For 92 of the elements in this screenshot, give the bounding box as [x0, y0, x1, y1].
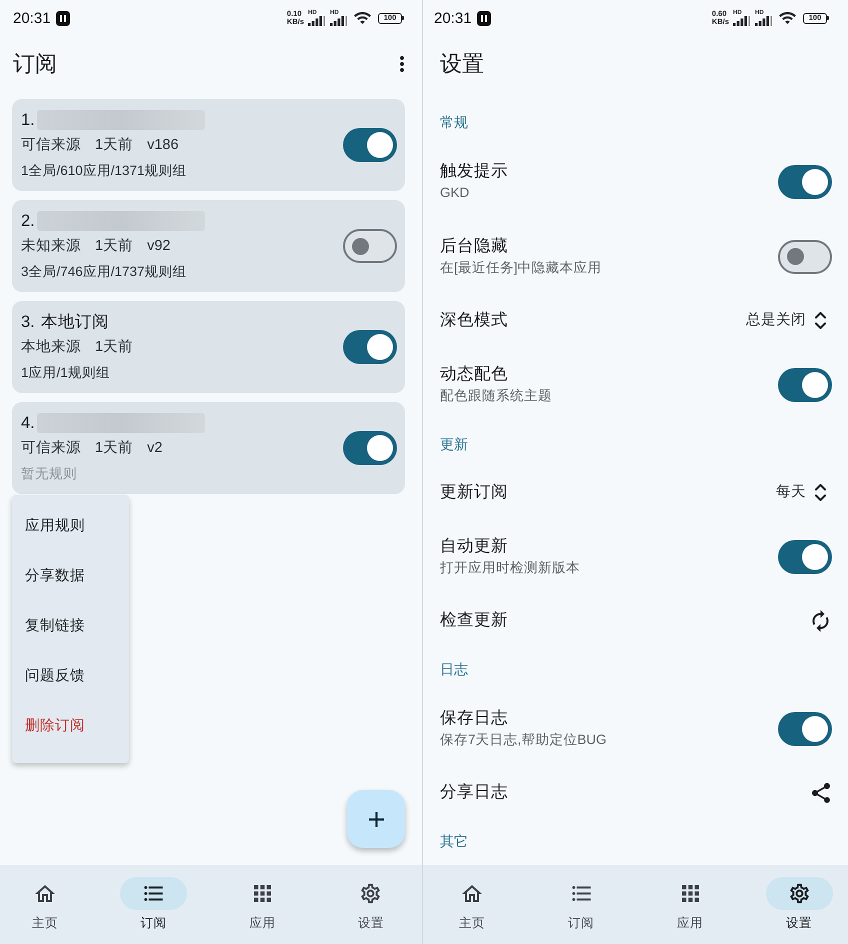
setting-title: 分享日志	[440, 782, 508, 803]
home-icon	[35, 885, 55, 902]
updated-time: 1天前	[95, 136, 134, 156]
setting-title: 更新订阅	[440, 482, 508, 503]
toggle-switch[interactable]	[343, 330, 397, 364]
nav-tab[interactable]: 订阅	[541, 877, 621, 933]
grid-icon	[254, 885, 271, 902]
share-icon[interactable]	[812, 782, 830, 802]
rule-stats: 1应用/1规则组	[21, 364, 110, 382]
dropdown-button[interactable]: 总是关闭	[746, 310, 826, 332]
nav-tab[interactable]: 订阅	[114, 877, 194, 933]
subscription-number: 4.	[21, 412, 35, 434]
settings-icon	[359, 882, 382, 905]
nav-tab[interactable]: 应用	[222, 877, 302, 933]
section-header: 常规	[440, 112, 468, 132]
setting-description: 在[最近任务]中隐藏本应用	[440, 259, 602, 277]
toggle-switch[interactable]	[343, 229, 397, 263]
refresh-icon[interactable]	[812, 610, 829, 632]
menu-item[interactable]: 删除订阅	[12, 702, 129, 752]
nav-tab[interactable]: 应用	[650, 877, 730, 933]
setting-title: 检查更新	[440, 610, 508, 631]
rule-stats: 暂无规则	[21, 465, 77, 484]
setting-title: 保存日志	[440, 708, 509, 729]
home-icon	[462, 885, 482, 902]
nav-tab[interactable]: 主页	[5, 877, 85, 933]
version-label: v2	[147, 439, 162, 458]
section-header: 更新	[440, 434, 468, 454]
status-time: 20:31	[434, 10, 472, 26]
source-label: 未知来源	[21, 237, 81, 256]
section-header: 日志	[440, 660, 468, 678]
signal-icon	[308, 16, 326, 26]
rule-stats: 3全局/746应用/1737规则组	[21, 263, 187, 282]
pause-icon	[476, 10, 491, 26]
toggle-switch[interactable]	[778, 540, 832, 574]
signal-icon	[733, 16, 751, 26]
menu-item[interactable]: 应用规则	[12, 502, 129, 552]
up-down-chevron-icon	[815, 312, 826, 329]
toggle-switch[interactable]	[778, 368, 832, 402]
setting-title: 动态配色	[440, 364, 509, 385]
grid-icon	[682, 885, 698, 902]
toggle-switch[interactable]	[778, 712, 832, 746]
page-title: 设置	[440, 52, 484, 74]
menu-item[interactable]: 问题反馈	[12, 652, 129, 702]
subscription-number: 2.	[21, 210, 35, 232]
more-vertical-icon	[400, 56, 404, 72]
source-label: 可信来源	[21, 136, 81, 156]
toggle-switch[interactable]	[778, 240, 832, 274]
subscription-number: 1.	[21, 110, 35, 131]
signal-icon	[755, 16, 773, 26]
subscription-card[interactable]: 1. 可信来源 1天前 v186 1全局/610应用/1371规则组	[12, 99, 405, 191]
version-label: v92	[147, 237, 170, 256]
rule-stats: 1全局/610应用/1371规则组	[21, 162, 187, 180]
list-icon	[572, 886, 590, 901]
subscription-name: 本地订阅	[40, 312, 109, 333]
wifi-icon	[779, 12, 796, 24]
updated-time: 1天前	[95, 338, 134, 358]
nav-tab[interactable]: 设置	[759, 877, 839, 933]
section-header: 其它	[440, 832, 468, 850]
pause-icon	[56, 10, 70, 26]
source-label: 本地来源	[21, 338, 81, 358]
page-title: 订阅	[13, 52, 57, 74]
setting-description: 保存7天日志,帮助定位BUG	[440, 731, 607, 749]
toggle-switch[interactable]	[343, 128, 397, 162]
plus-icon	[368, 812, 384, 826]
setting-title: 深色模式	[440, 310, 508, 331]
dropdown-button[interactable]: 每天	[776, 482, 826, 504]
source-label: 可信来源	[21, 439, 81, 458]
nav-tab[interactable]: 设置	[330, 877, 411, 933]
setting-title: 触发提示	[440, 161, 508, 182]
setting-description: GKD	[440, 184, 470, 202]
updated-time: 1天前	[95, 237, 134, 256]
toggle-switch[interactable]	[343, 431, 397, 465]
subscription-card[interactable]: 3. 本地订阅 本地来源 1天前 1应用/1规则组	[12, 301, 405, 393]
nav-tab[interactable]: 主页	[432, 877, 512, 933]
menu-item[interactable]: 分享数据	[12, 552, 129, 602]
setting-title: 自动更新	[440, 536, 509, 557]
setting-description: 配色跟随系统主题	[440, 387, 552, 405]
list-icon	[144, 886, 164, 901]
updated-time: 1天前	[95, 439, 134, 458]
subscription-card[interactable]: 2. 未知来源 1天前 v92 3全局/746应用/1737规则组	[12, 200, 405, 292]
version-label: v186	[147, 136, 179, 156]
status-time: 20:31	[13, 10, 51, 26]
subscription-number: 3.	[21, 312, 35, 333]
wifi-icon	[354, 12, 371, 24]
setting-description: 打开应用时检测新版本	[440, 559, 580, 577]
settings-icon	[788, 882, 810, 905]
up-down-chevron-icon	[815, 484, 826, 501]
toggle-switch[interactable]	[778, 164, 832, 198]
setting-title: 后台隐藏	[440, 236, 509, 257]
signal-icon	[330, 16, 348, 26]
menu-item[interactable]: 复制链接	[12, 602, 129, 652]
subscription-card[interactable]: 4. 可信来源 1天前 v2 暂无规则	[12, 402, 405, 494]
